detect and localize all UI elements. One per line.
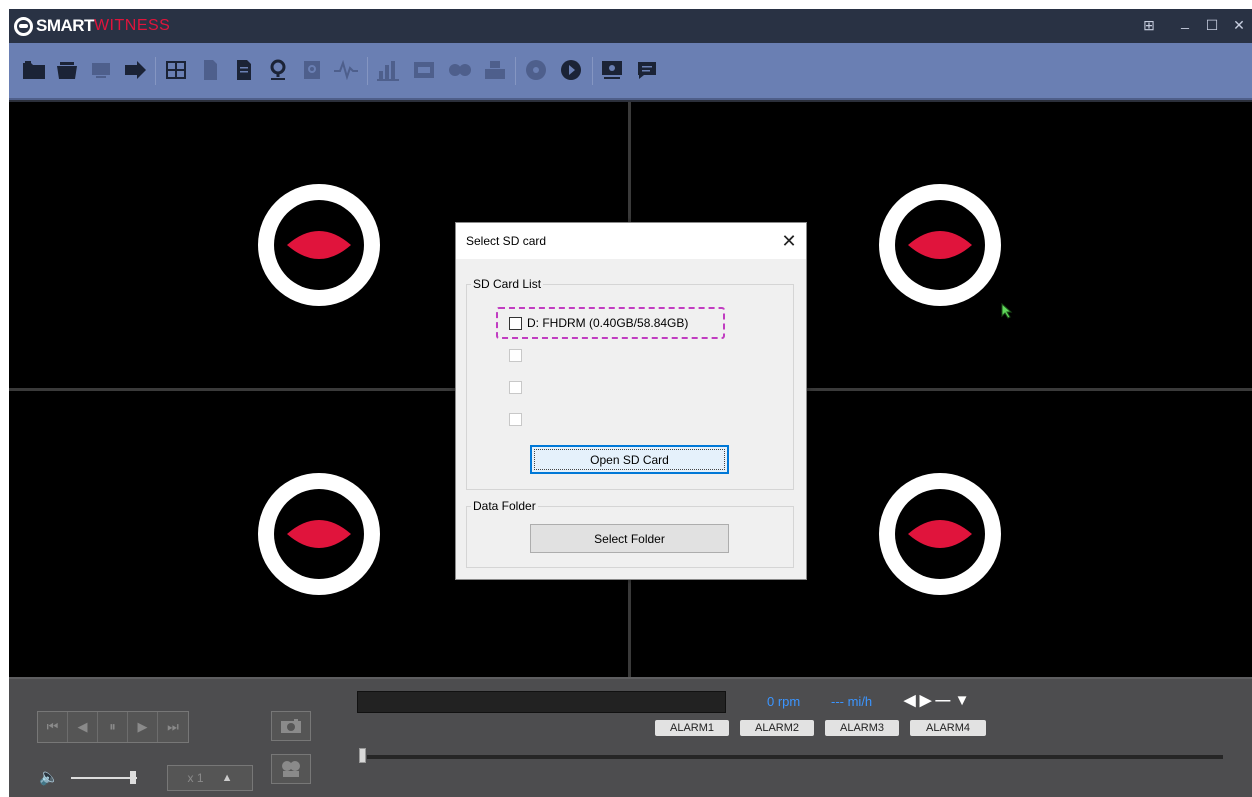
timeline-seek-track[interactable]	[367, 755, 1223, 759]
monitor-icon[interactable]	[88, 57, 114, 83]
minimize-button[interactable]: _	[1176, 13, 1194, 29]
document-icon[interactable]	[197, 57, 223, 83]
sd-card-checkbox-1[interactable]	[509, 316, 522, 330]
sd-card-option-4[interactable]	[509, 411, 527, 427]
toolbar-separator	[515, 57, 516, 85]
speed-value: x 1	[187, 771, 204, 785]
main-toolbar	[9, 43, 1252, 100]
play-button[interactable]: ▶	[128, 712, 158, 742]
export-icon[interactable]	[122, 57, 148, 83]
settings-monitor-icon[interactable]	[599, 57, 625, 83]
rpm-readout: 0 rpm	[767, 694, 801, 709]
title-bar: SMART WITNESS ⊞ _ ☐ ✕	[9, 9, 1252, 43]
logo-text-primary: SMART	[36, 16, 94, 35]
channel-2-placeholder-icon	[879, 184, 1001, 306]
sd-card-label-1: D: FHDRM (0.40GB/58.84GB)	[527, 316, 689, 330]
app-logo: SMART WITNESS	[14, 16, 170, 36]
volume-slider-track[interactable]	[71, 777, 137, 779]
volume-icon[interactable]: 🔈	[39, 767, 59, 787]
film-reel-icon	[282, 761, 300, 777]
toolbar-separator	[592, 57, 593, 85]
volume-slider-handle[interactable]	[130, 771, 136, 784]
channel-3-placeholder-icon	[258, 473, 380, 595]
sd-card-option-3[interactable]	[509, 379, 527, 395]
sd-card-option-1[interactable]: D: FHDRM (0.40GB/58.84GB)	[509, 315, 688, 331]
sd-card-list-label: SD Card List	[471, 277, 544, 291]
playback-control-panel: ⏮ ◀ ⏸ ▶ ⏭ 🔈 x 1 ▲ 0 rpm --- mi/h ◀ ▶ — ▼…	[9, 677, 1252, 797]
app-window: SMART WITNESS ⊞ _ ☐ ✕ ⏮ ◀ ⏸ ▶ ⏭ 🔈 x 1 ▲ …	[9, 9, 1252, 797]
speed-readout: --- mi/h	[831, 694, 873, 709]
signal-bars-icon[interactable]	[375, 57, 401, 83]
pause-button[interactable]: ⏸	[98, 712, 128, 742]
dialog-close-button[interactable]: ✕	[779, 231, 799, 251]
map-pin-icon[interactable]	[265, 57, 291, 83]
sd-card-checkbox-2[interactable]	[509, 348, 522, 362]
alarm-3-badge: ALARM3	[825, 720, 899, 736]
playback-speed-selector[interactable]: x 1 ▲	[167, 765, 253, 791]
logo-text-secondary: WITNESS	[93, 17, 171, 34]
maximize-button[interactable]: ☐	[1203, 17, 1221, 33]
direction-indicators: ◀ ▶ — ▼	[904, 692, 970, 709]
snapshot-button[interactable]	[271, 711, 311, 741]
step-back-button[interactable]: ◀	[68, 712, 98, 742]
report-icon[interactable]	[231, 57, 257, 83]
dialog-title-bar: Select SD card ✕	[456, 223, 806, 259]
status-display-box	[357, 691, 726, 713]
channel-4-placeholder-icon	[879, 473, 1001, 595]
speed-up-arrow-icon[interactable]: ▲	[222, 772, 233, 784]
playback-button-group: ⏮ ◀ ⏸ ▶ ⏭	[37, 711, 189, 743]
sd-card-checkbox-3[interactable]	[509, 380, 522, 394]
data-folder-label: Data Folder	[471, 499, 538, 513]
camera-icon	[281, 719, 301, 733]
record-clip-button[interactable]	[271, 754, 311, 784]
select-folder-button[interactable]: Select Folder	[530, 524, 729, 553]
skip-end-button[interactable]: ⏭	[158, 712, 188, 742]
close-window-button[interactable]: ✕	[1230, 17, 1248, 33]
toolbar-separator	[367, 57, 368, 85]
dialog-title: Select SD card	[466, 234, 547, 248]
open-sd-card-button[interactable]: Open SD Card	[530, 445, 729, 474]
card-reader-icon[interactable]	[411, 57, 437, 83]
printer-icon[interactable]	[482, 57, 508, 83]
grid-layout-icon[interactable]	[163, 57, 189, 83]
alarm-2-badge: ALARM2	[740, 720, 814, 736]
channel-1-placeholder-icon	[258, 184, 380, 306]
alarm-4-badge: ALARM4	[910, 720, 986, 736]
logo-mark-icon	[14, 16, 33, 36]
layout-toggle-button[interactable]: ⊞	[1140, 17, 1158, 33]
play-circle-icon[interactable]	[558, 57, 584, 83]
timeline-seek-handle[interactable]	[359, 748, 366, 763]
open-folder-icon[interactable]	[21, 57, 47, 83]
disc-icon[interactable]	[523, 57, 549, 83]
sd-card-option-2[interactable]	[509, 347, 527, 363]
toolbar-separator	[155, 57, 156, 85]
sd-card-checkbox-4[interactable]	[509, 412, 522, 426]
skip-start-button[interactable]: ⏮	[38, 712, 68, 742]
alarm-1-badge: ALARM1	[655, 720, 729, 736]
chat-icon[interactable]	[634, 57, 660, 83]
waveform-icon[interactable]	[333, 57, 359, 83]
open-file-icon[interactable]	[54, 57, 80, 83]
search-doc-icon[interactable]	[299, 57, 325, 83]
select-sd-card-dialog: Select SD card ✕ SD Card List D: FHDRM (…	[455, 222, 807, 580]
film-reel-icon[interactable]	[447, 57, 473, 83]
mouse-cursor-icon	[1001, 303, 1013, 319]
